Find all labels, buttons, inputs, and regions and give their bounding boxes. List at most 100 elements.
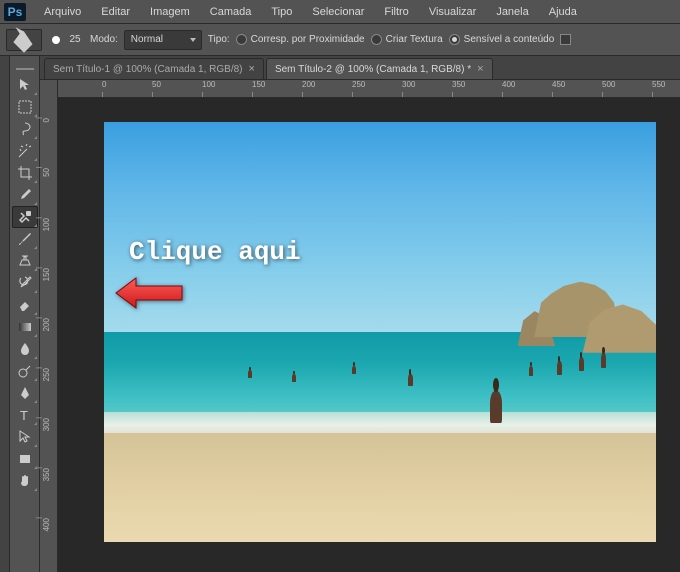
document-tab[interactable]: Sem Título-2 @ 100% (Camada 1, RGB/8) * … — [266, 58, 493, 79]
panel-collapse-strip[interactable] — [0, 56, 10, 572]
menu-arquivo[interactable]: Arquivo — [34, 3, 91, 21]
radio-label: Corresp. por Proximidade — [251, 34, 365, 45]
blur-tool[interactable] — [12, 338, 38, 360]
tipo-radio-textura[interactable]: Criar Textura — [371, 34, 443, 45]
mode-value: Normal — [131, 34, 163, 45]
annotation-arrow-icon — [114, 276, 184, 310]
ruler-tick: 350 — [452, 80, 465, 89]
ruler-tick: 550 — [652, 80, 665, 89]
lasso-tool[interactable] — [12, 118, 38, 140]
brush-preview-icon — [52, 36, 60, 44]
menu-editar[interactable]: Editar — [91, 3, 140, 21]
menubar: Ps Arquivo Editar Imagem Camada Tipo Sel… — [0, 0, 680, 24]
ruler-tick: 350 — [42, 468, 51, 481]
ruler-tick: 0 — [42, 118, 51, 122]
menu-selecionar[interactable]: Selecionar — [302, 3, 374, 21]
eraser-tool[interactable] — [12, 294, 38, 316]
tipo-label: Tipo: — [208, 34, 230, 45]
canvas-image[interactable]: Clique aqui — [104, 122, 656, 542]
dodge-tool[interactable] — [12, 360, 38, 382]
menu-janela[interactable]: Janela — [486, 3, 538, 21]
clone-stamp-tool[interactable] — [12, 250, 38, 272]
workspace: T Sem Título-1 @ 100% (Camada 1, RGB/8) … — [0, 56, 680, 572]
ruler-tick: 450 — [552, 80, 565, 89]
brush-size-picker[interactable]: 25 — [48, 34, 84, 45]
healing-brush-tool[interactable] — [12, 206, 38, 228]
sample-checkbox[interactable] — [560, 34, 571, 45]
tool-preset-picker[interactable] — [6, 29, 42, 51]
tab-title: Sem Título-2 @ 100% (Camada 1, RGB/8) * — [275, 64, 471, 75]
type-tool[interactable]: T — [12, 404, 38, 426]
ruler-vertical[interactable]: 0 50 100 150 200 250 300 350 400 — [40, 98, 58, 572]
image-person — [490, 391, 502, 423]
image-person — [601, 353, 606, 368]
document-tab[interactable]: Sem Título-1 @ 100% (Camada 1, RGB/8) × — [44, 58, 264, 79]
tipo-radio-proximidade[interactable]: Corresp. por Proximidade — [236, 34, 365, 45]
hand-tool[interactable] — [12, 470, 38, 492]
path-select-tool[interactable] — [12, 426, 38, 448]
close-icon[interactable]: × — [477, 63, 483, 75]
image-person — [579, 357, 584, 371]
svg-text:T: T — [20, 408, 28, 423]
menu-imagem[interactable]: Imagem — [140, 3, 200, 21]
toolbar-grip[interactable] — [10, 66, 39, 74]
image-person — [292, 374, 296, 382]
menu-ajuda[interactable]: Ajuda — [539, 3, 587, 21]
ruler-tick: 150 — [42, 268, 51, 281]
image-sand — [104, 433, 656, 542]
magic-wand-tool[interactable] — [12, 140, 38, 162]
menu-visualizar[interactable]: Visualizar — [419, 3, 487, 21]
ruler-tick: 200 — [42, 318, 51, 331]
document-tabs: Sem Título-1 @ 100% (Camada 1, RGB/8) × … — [40, 56, 680, 80]
ruler-tick: 400 — [502, 80, 515, 89]
canvas-viewport[interactable]: Clique aqui — [58, 98, 680, 572]
pen-tool[interactable] — [12, 382, 38, 404]
image-person — [248, 370, 252, 378]
ruler-tick: 0 — [102, 80, 106, 89]
ruler-tick: 200 — [302, 80, 315, 89]
ruler-tick: 500 — [602, 80, 615, 89]
ruler-tick: 100 — [202, 80, 215, 89]
toolbar: T — [10, 56, 40, 572]
mode-label: Modo: — [90, 34, 118, 45]
tipo-radio-conteudo[interactable]: Sensível a conteúdo — [449, 34, 555, 45]
ruler-tick: 150 — [252, 80, 265, 89]
ruler-tick: 250 — [352, 80, 365, 89]
ruler-horizontal[interactable]: 050100150200250300350400450500550600 — [40, 80, 680, 98]
ruler-tick: 300 — [402, 80, 415, 89]
ruler-tick: 50 — [152, 80, 161, 89]
ruler-tick: 300 — [42, 418, 51, 431]
gradient-tool[interactable] — [12, 316, 38, 338]
image-rocks — [446, 282, 656, 374]
crop-tool[interactable] — [12, 162, 38, 184]
ruler-tick: 50 — [42, 168, 51, 177]
mode-select[interactable]: Normal — [124, 30, 202, 50]
menu-tipo[interactable]: Tipo — [261, 3, 302, 21]
annotation-text: Clique aqui — [129, 237, 301, 267]
radio-icon — [371, 34, 382, 45]
image-person — [529, 366, 533, 376]
history-brush-tool[interactable] — [12, 272, 38, 294]
menu-filtro[interactable]: Filtro — [374, 3, 418, 21]
eyedropper-tool[interactable] — [12, 184, 38, 206]
document-area: Sem Título-1 @ 100% (Camada 1, RGB/8) × … — [40, 56, 680, 572]
options-bar: 25 Modo: Normal Tipo: Corresp. por Proxi… — [0, 24, 680, 56]
radio-icon — [236, 34, 247, 45]
canvas-wrap: 0 50 100 150 200 250 300 350 400 — [40, 98, 680, 572]
marquee-tool[interactable] — [12, 96, 38, 118]
ruler-origin[interactable] — [40, 80, 58, 98]
brush-size-value: 25 — [66, 34, 84, 45]
image-person — [408, 374, 413, 386]
move-tool[interactable] — [12, 74, 38, 96]
ruler-tick: 400 — [42, 518, 51, 531]
close-icon[interactable]: × — [249, 63, 255, 75]
app-logo[interactable]: Ps — [4, 3, 26, 21]
radio-label: Criar Textura — [386, 34, 443, 45]
brush-tool[interactable] — [12, 228, 38, 250]
menu-camada[interactable]: Camada — [200, 3, 262, 21]
ruler-tick: 250 — [42, 368, 51, 381]
tab-title: Sem Título-1 @ 100% (Camada 1, RGB/8) — [53, 64, 243, 75]
rectangle-tool[interactable] — [12, 448, 38, 470]
image-person — [352, 366, 356, 374]
ruler-tick: 100 — [42, 218, 51, 231]
